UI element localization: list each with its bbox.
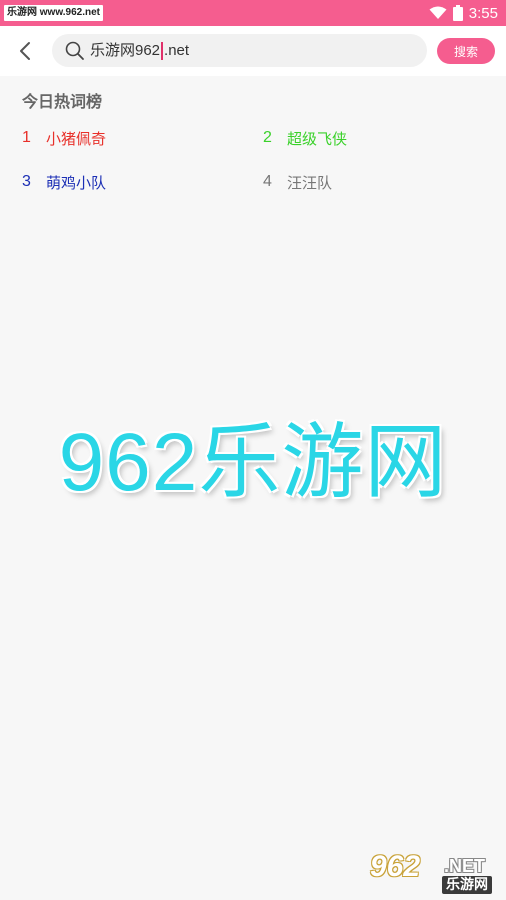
search-input-text-before: 乐游网962 <box>90 42 161 59</box>
corner-logo-net: .NET <box>444 856 486 876</box>
status-time: 3:55 <box>468 4 498 22</box>
search-input-text-after: .net <box>164 42 190 59</box>
hot-word-item-3[interactable]: 3 萌鸡小队 <box>22 170 106 194</box>
status-bar: 乐游网 www.962.net 3:55 <box>0 0 506 26</box>
status-indicators: 3:55 <box>429 0 498 26</box>
text-caret <box>161 41 164 60</box>
search-box[interactable]: 乐游网962 .net <box>52 34 427 67</box>
search-toolbar: 乐游网962 .net 搜索 <box>0 26 506 76</box>
hot-word-rank: 2 <box>263 129 272 146</box>
watermark-tag: 乐游网 www.962.net <box>4 5 103 21</box>
hot-word-rank: 1 <box>22 129 31 146</box>
chevron-left-icon <box>20 42 30 60</box>
corner-logo: 962 .NET 乐游网 <box>366 850 502 898</box>
battery-icon <box>452 5 463 21</box>
hot-word-item-1[interactable]: 1 小猪佩奇 <box>22 126 106 150</box>
hot-word-label: 汪汪队 <box>287 173 333 192</box>
corner-logo-text: 乐游网 <box>442 876 492 894</box>
hot-word-item-4[interactable]: 4 汪汪队 <box>263 170 332 194</box>
hot-word-label: 萌鸡小队 <box>46 173 107 192</box>
hot-words-title: 今日热词榜 <box>22 92 103 111</box>
back-button[interactable] <box>12 38 38 64</box>
site-watermark: 962乐游网 <box>58 417 448 508</box>
search-button[interactable]: 搜索 <box>437 38 495 64</box>
hot-word-label: 小猪佩奇 <box>46 129 107 148</box>
hot-word-rank: 3 <box>22 173 31 190</box>
corner-logo-number: 962 <box>370 850 421 883</box>
search-input[interactable]: 乐游网962 .net <box>90 34 410 67</box>
search-icon <box>65 41 84 60</box>
hot-word-rank: 4 <box>263 173 272 190</box>
hot-word-label: 超级飞侠 <box>287 129 348 148</box>
wifi-icon <box>429 6 447 19</box>
hot-word-item-2[interactable]: 2 超级飞侠 <box>263 126 347 150</box>
